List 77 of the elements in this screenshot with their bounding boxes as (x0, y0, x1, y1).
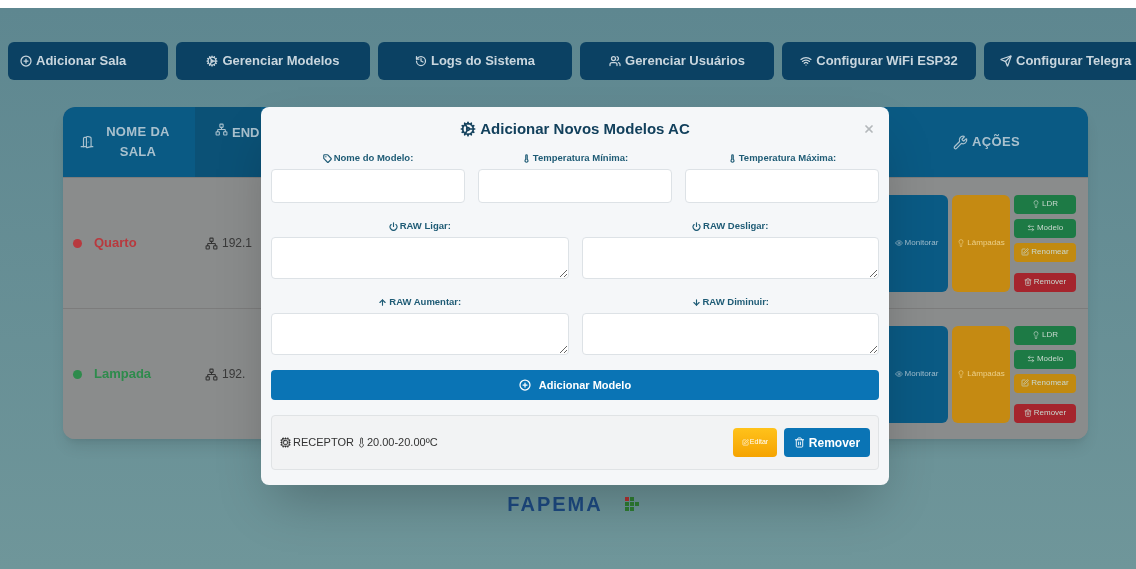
field-label: Nome do Modelo: (333, 150, 414, 165)
remove-button[interactable]: Remover (784, 428, 870, 457)
model-type: RECEPTOR (293, 435, 354, 451)
plus-circle-icon (20, 55, 32, 67)
lamps-button[interactable]: Lâmpadas (952, 194, 1010, 292)
edit-icon (741, 439, 749, 446)
network-icon (215, 123, 228, 136)
action-button[interactable]: LDR (1014, 194, 1076, 214)
action-button[interactable]: Renomear (1014, 242, 1076, 262)
users-icon (609, 55, 621, 67)
action-button[interactable]: Renomear (1014, 373, 1076, 393)
trash-icon (1023, 278, 1032, 286)
plus-circle-icon (518, 379, 531, 391)
action-button[interactable]: Modelo (1014, 349, 1076, 369)
trash-icon (793, 437, 805, 448)
institute-logo-icon (624, 497, 639, 511)
text-area[interactable] (271, 237, 569, 279)
field-label: Temperatura Mínima: (532, 150, 629, 165)
field-label: Temperatura Máxima: (738, 150, 837, 165)
field-label: RAW Diminuir: (702, 294, 769, 309)
lightbulb-icon (957, 239, 966, 247)
text-area[interactable] (581, 313, 879, 355)
model-range: 20.00-20.00ºC (366, 435, 438, 451)
paper-plane-icon (1000, 55, 1012, 67)
network-icon (205, 367, 218, 381)
power-icon (692, 221, 701, 231)
room-name: Lampada (94, 365, 152, 384)
swap-arrows-icon (1026, 355, 1035, 363)
wifi-icon (800, 55, 813, 67)
nav-button[interactable]: Logs do Sistema (378, 42, 572, 80)
eye-icon (894, 370, 903, 378)
field-label: RAW Desligar: (703, 218, 769, 233)
trash-icon (1023, 409, 1032, 417)
arrow-down-icon (691, 297, 701, 307)
room-name: Quarto (94, 234, 137, 253)
action-button[interactable]: Remover (1014, 272, 1076, 292)
lightbulb-icon (957, 370, 966, 378)
input-field[interactable] (685, 169, 879, 203)
column-header: NOME DA SALA (105, 123, 171, 161)
lightbulb-icon (1032, 200, 1040, 208)
nav-button[interactable]: Configurar Telegra (984, 42, 1136, 80)
thermometer-icon (521, 153, 531, 163)
network-icon (205, 236, 218, 250)
action-button[interactable]: Remover (1014, 403, 1076, 423)
add-model-button[interactable]: Adicionar Modelo (271, 370, 879, 400)
close-button[interactable] (863, 123, 875, 135)
field-label: RAW Aumentar: (389, 294, 462, 309)
text-area[interactable] (581, 237, 879, 279)
input-field[interactable] (478, 169, 672, 203)
nav-button[interactable]: Adicionar Sala (8, 42, 168, 80)
lightbulb-icon (1032, 331, 1040, 339)
nav-button[interactable]: Configurar WiFi ESP32 (782, 42, 976, 80)
power-icon (388, 221, 398, 231)
arrow-up-icon (378, 297, 388, 307)
fapema-logo: FAPEMA (507, 492, 603, 517)
nav-button[interactable]: Gerenciar Modelos (176, 42, 370, 80)
history-icon (415, 55, 427, 67)
nav-button[interactable]: Gerenciar Usuários (580, 42, 774, 80)
input-field[interactable] (271, 169, 465, 203)
edit-icon (1021, 248, 1030, 256)
text-area[interactable] (271, 313, 569, 355)
eye-icon (894, 239, 903, 247)
action-button[interactable]: Modelo (1014, 218, 1076, 238)
lamps-button[interactable]: Lâmpadas (952, 325, 1010, 423)
ip-address: 192. (222, 366, 246, 383)
modal-title: Adicionar Novos Modelos AC (480, 118, 690, 139)
tag-icon (322, 153, 332, 163)
thermometer-icon (727, 153, 737, 163)
field-label: RAW Ligar: (399, 218, 451, 233)
column-header: END (232, 124, 260, 142)
edit-icon (1021, 379, 1030, 387)
ip-address: 192.1 (222, 235, 253, 252)
swap-arrows-icon (1026, 224, 1035, 232)
action-button[interactable]: LDR (1014, 325, 1076, 345)
tools-icon (953, 134, 969, 150)
column-header: AÇÕES (972, 133, 1020, 152)
door-icon (80, 135, 94, 149)
